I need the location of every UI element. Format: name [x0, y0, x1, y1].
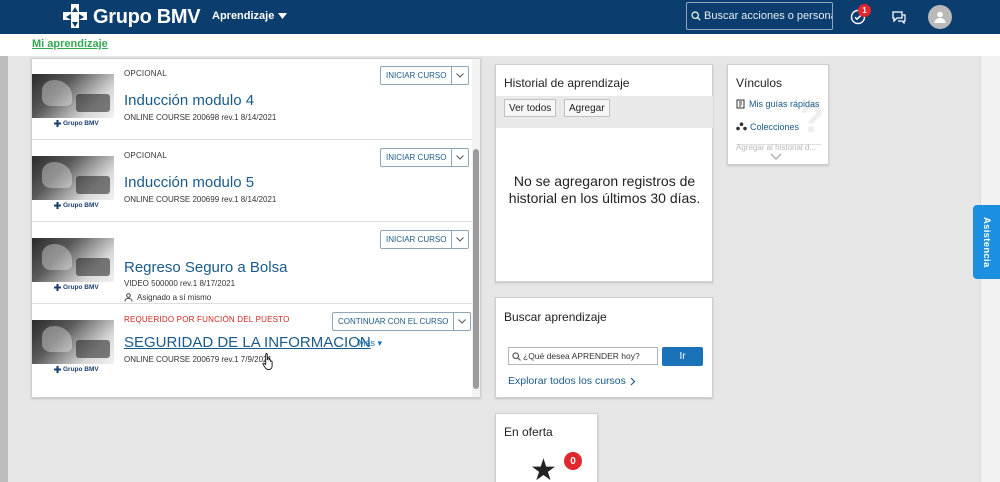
course-item: Grupo BMV OPCIONAL Inducción modulo 4 ON…	[32, 59, 472, 140]
search-go-button[interactable]: Ir	[662, 347, 703, 366]
collections-link[interactable]: Colecciones	[736, 122, 799, 132]
bmv-logo-icon	[54, 366, 61, 373]
assistance-tab[interactable]: Asistencia	[973, 205, 1000, 279]
person-icon	[124, 293, 133, 302]
more-link[interactable]: Más ▾	[358, 338, 382, 349]
offers-title: En oferta	[504, 425, 553, 439]
bmv-logo-icon	[54, 120, 61, 127]
feedback-icon	[892, 11, 906, 24]
assigned-label: Asignado a sí mismo	[137, 293, 212, 302]
course-options-button[interactable]	[452, 148, 470, 167]
course-meta: ONLINE COURSE 200699 rev.1 8/14/2021	[124, 195, 277, 204]
user-avatar-icon	[934, 11, 946, 23]
chevron-down-icon	[456, 73, 465, 78]
assigned-courses-panel: Grupo BMV OPCIONAL Inducción modulo 4 ON…	[31, 58, 481, 398]
course-options-button[interactable]	[454, 312, 472, 331]
notification-badge: 1	[858, 4, 871, 17]
start-course-button[interactable]: INICIAR CURSO	[380, 230, 453, 249]
chevron-down-icon	[456, 237, 465, 242]
user-avatar[interactable]	[928, 5, 952, 29]
thumbnail-brand: Grupo BMV	[54, 366, 99, 373]
history-toolbar: Ver todos Agregar	[496, 96, 713, 128]
course-options-button[interactable]	[452, 66, 470, 85]
chevron-down-icon	[278, 13, 288, 19]
learning-search-input[interactable]	[523, 351, 655, 361]
search-icon	[512, 351, 521, 361]
course-action-group: INICIAR CURSO	[380, 148, 470, 167]
links-card: Vínculos ? Mis guías rápidas Colecciones…	[727, 64, 829, 165]
explore-courses-link[interactable]: Explorar todos los cursos	[508, 375, 636, 387]
global-search-input[interactable]	[704, 10, 832, 22]
course-tag: OPCIONAL	[124, 69, 167, 78]
course-title[interactable]: Inducción modulo 5	[124, 174, 254, 191]
bmv-logo-icon	[60, 3, 90, 31]
hand-cursor-icon	[262, 353, 273, 370]
brand-logo[interactable]: Grupo BMV	[60, 3, 201, 31]
course-thumbnail[interactable]	[32, 74, 114, 118]
course-title[interactable]: SEGURIDAD DE LA INFORMACION	[124, 334, 371, 351]
top-navigation-bar: Grupo BMV Aprendizaje 1	[0, 0, 1000, 34]
course-list-scrollbar[interactable]	[472, 59, 480, 397]
learning-history-title: Historial de aprendizaje	[504, 76, 630, 90]
feedback-button[interactable]	[887, 5, 911, 29]
course-action-group: CONTINUAR CON EL CURSO	[332, 312, 472, 331]
bmv-logo-icon	[54, 284, 61, 291]
view-all-button[interactable]: Ver todos	[504, 99, 557, 117]
learning-menu[interactable]: Aprendizaje	[212, 10, 288, 22]
assignment-status: Asignado a sí mismo	[124, 293, 211, 302]
breadcrumb: Mi aprendizaje	[0, 34, 1000, 56]
course-item: Grupo BMV Regreso Seguro a Bolsa VIDEO 5…	[32, 222, 472, 304]
learning-history-card: Historial de aprendizaje Ver todos Agreg…	[495, 64, 713, 282]
global-search[interactable]	[686, 2, 833, 30]
course-thumbnail[interactable]	[32, 320, 114, 364]
course-thumbnail[interactable]	[32, 156, 114, 200]
thumbnail-brand: Grupo BMV	[54, 202, 99, 209]
quick-guides-link[interactable]: Mis guías rápidas	[736, 99, 820, 109]
brand-name: Grupo BMV	[93, 5, 201, 28]
chevron-right-icon	[630, 377, 636, 385]
course-title[interactable]: Regreso Seguro a Bolsa	[124, 259, 287, 276]
course-action-group: INICIAR CURSO	[380, 66, 470, 85]
left-gutter	[0, 56, 8, 482]
chevron-down-icon	[456, 155, 465, 160]
offers-card: En oferta ★ 0	[495, 413, 598, 482]
course-list-scroll-thumb[interactable]	[473, 149, 479, 389]
course-thumbnail[interactable]	[32, 238, 114, 282]
search-icon	[691, 11, 701, 21]
offers-count-badge: 0	[564, 452, 582, 470]
start-course-button[interactable]: INICIAR CURSO	[380, 148, 453, 167]
star-icon: ★	[530, 454, 557, 482]
thumbnail-brand: Grupo BMV	[54, 284, 99, 291]
collections-icon	[736, 122, 747, 131]
my-learning-link[interactable]: Mi aprendizaje	[32, 38, 108, 50]
course-item: Grupo BMV REQUERIDO POR FUNCIÓN DEL PUES…	[32, 304, 472, 386]
thumbnail-brand: Grupo BMV	[54, 120, 99, 127]
continue-course-button[interactable]: CONTINUAR CON EL CURSO	[332, 312, 455, 331]
course-options-button[interactable]	[452, 230, 470, 249]
course-meta: VIDEO 500000 rev.1 8/17/2021	[124, 279, 236, 288]
course-item: Grupo BMV OPCIONAL Inducción modulo 5 ON…	[32, 140, 472, 222]
start-course-button[interactable]: INICIAR CURSO	[380, 66, 453, 85]
add-history-button[interactable]: Agregar	[564, 99, 610, 117]
chevron-down-icon[interactable]	[770, 153, 782, 160]
quick-guide-icon	[736, 99, 745, 109]
links-title: Vínculos	[736, 76, 783, 90]
learning-menu-label: Aprendizaje	[212, 10, 275, 22]
history-empty-message: No se agregaron registros de historial e…	[508, 173, 701, 206]
course-title[interactable]: Inducción modulo 4	[124, 92, 254, 109]
search-learning-title: Buscar aprendizaje	[504, 310, 607, 324]
course-action-group: INICIAR CURSO	[380, 230, 470, 249]
add-to-history-link[interactable]: Agregar al historial d...	[736, 143, 816, 152]
course-meta: ONLINE COURSE 200679 rev.1 7/9/2021	[124, 355, 272, 364]
required-tag: REQUERIDO POR FUNCIÓN DEL PUESTO	[124, 315, 290, 324]
search-learning-card: Buscar aprendizaje Ir Explorar todos los…	[495, 297, 713, 398]
bmv-logo-icon	[54, 202, 61, 209]
chevron-down-icon	[458, 319, 467, 324]
course-tag: OPCIONAL	[124, 151, 167, 160]
course-meta: ONLINE COURSE 200698 rev.1 8/14/2021	[124, 113, 277, 122]
learning-search-field[interactable]	[508, 347, 658, 365]
